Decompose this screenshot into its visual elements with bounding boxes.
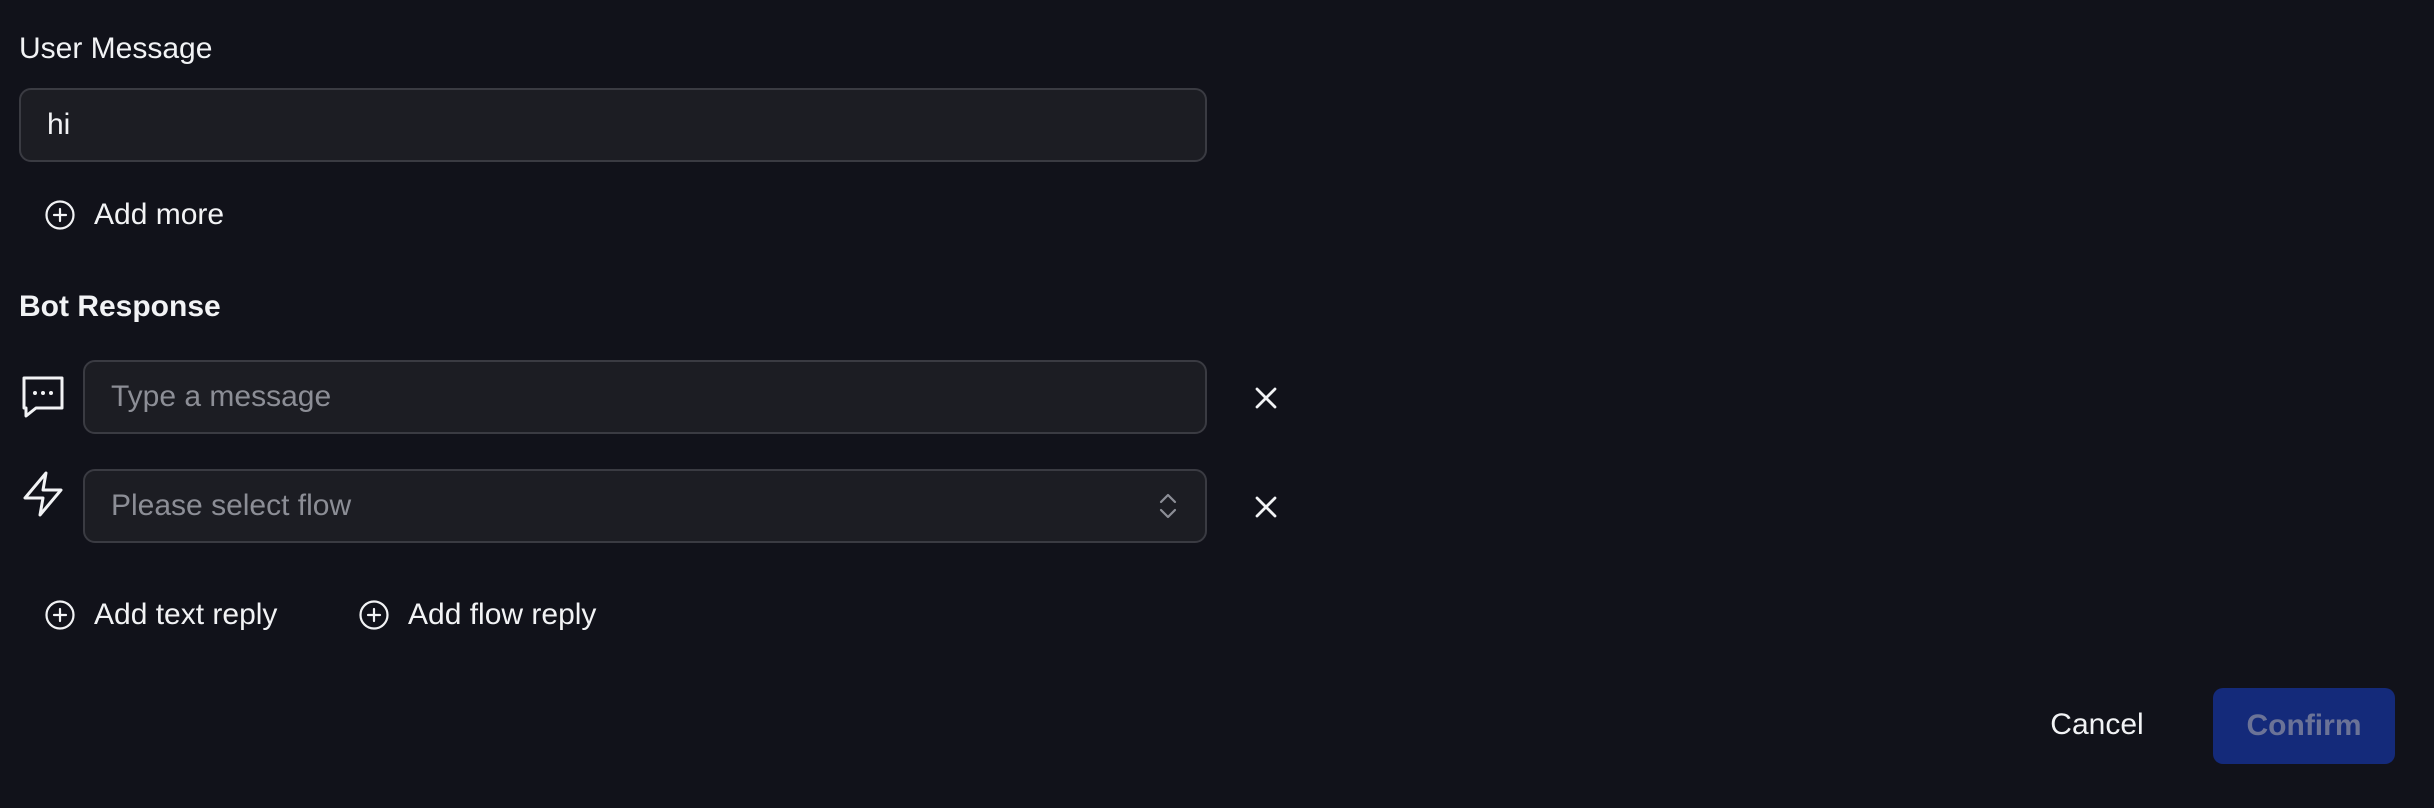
add-more-button[interactable]: Add more xyxy=(44,198,224,232)
lightning-bolt-icon xyxy=(23,471,63,517)
flow-select[interactable]: Please select flow xyxy=(83,469,1207,543)
cancel-button[interactable]: Cancel xyxy=(2030,688,2164,762)
add-text-reply-label: Add text reply xyxy=(94,598,278,631)
text-reply-input[interactable] xyxy=(83,360,1207,434)
add-text-reply-button[interactable]: Add text reply xyxy=(44,598,277,632)
plus-circle-icon xyxy=(45,600,75,630)
chat-bubble-icon xyxy=(22,376,64,418)
confirm-button[interactable]: Confirm xyxy=(2213,688,2395,764)
reply-editor-panel: User Message Add more Bot Response Pleas… xyxy=(0,0,2434,808)
remove-text-reply-close-icon[interactable] xyxy=(1250,382,1282,414)
add-more-label: Add more xyxy=(94,198,225,231)
add-flow-reply-button[interactable]: Add flow reply xyxy=(358,598,596,632)
bot-response-label: Bot Response xyxy=(19,290,221,323)
flow-select-placeholder: Please select flow xyxy=(111,489,352,522)
user-message-input[interactable] xyxy=(19,88,1207,162)
plus-circle-icon xyxy=(45,200,75,230)
plus-circle-icon xyxy=(359,600,389,630)
add-flow-reply-label: Add flow reply xyxy=(408,598,597,631)
user-message-label: User Message xyxy=(19,32,213,65)
remove-flow-reply-close-icon[interactable] xyxy=(1250,491,1282,523)
chevron-up-down-icon xyxy=(1157,491,1179,521)
